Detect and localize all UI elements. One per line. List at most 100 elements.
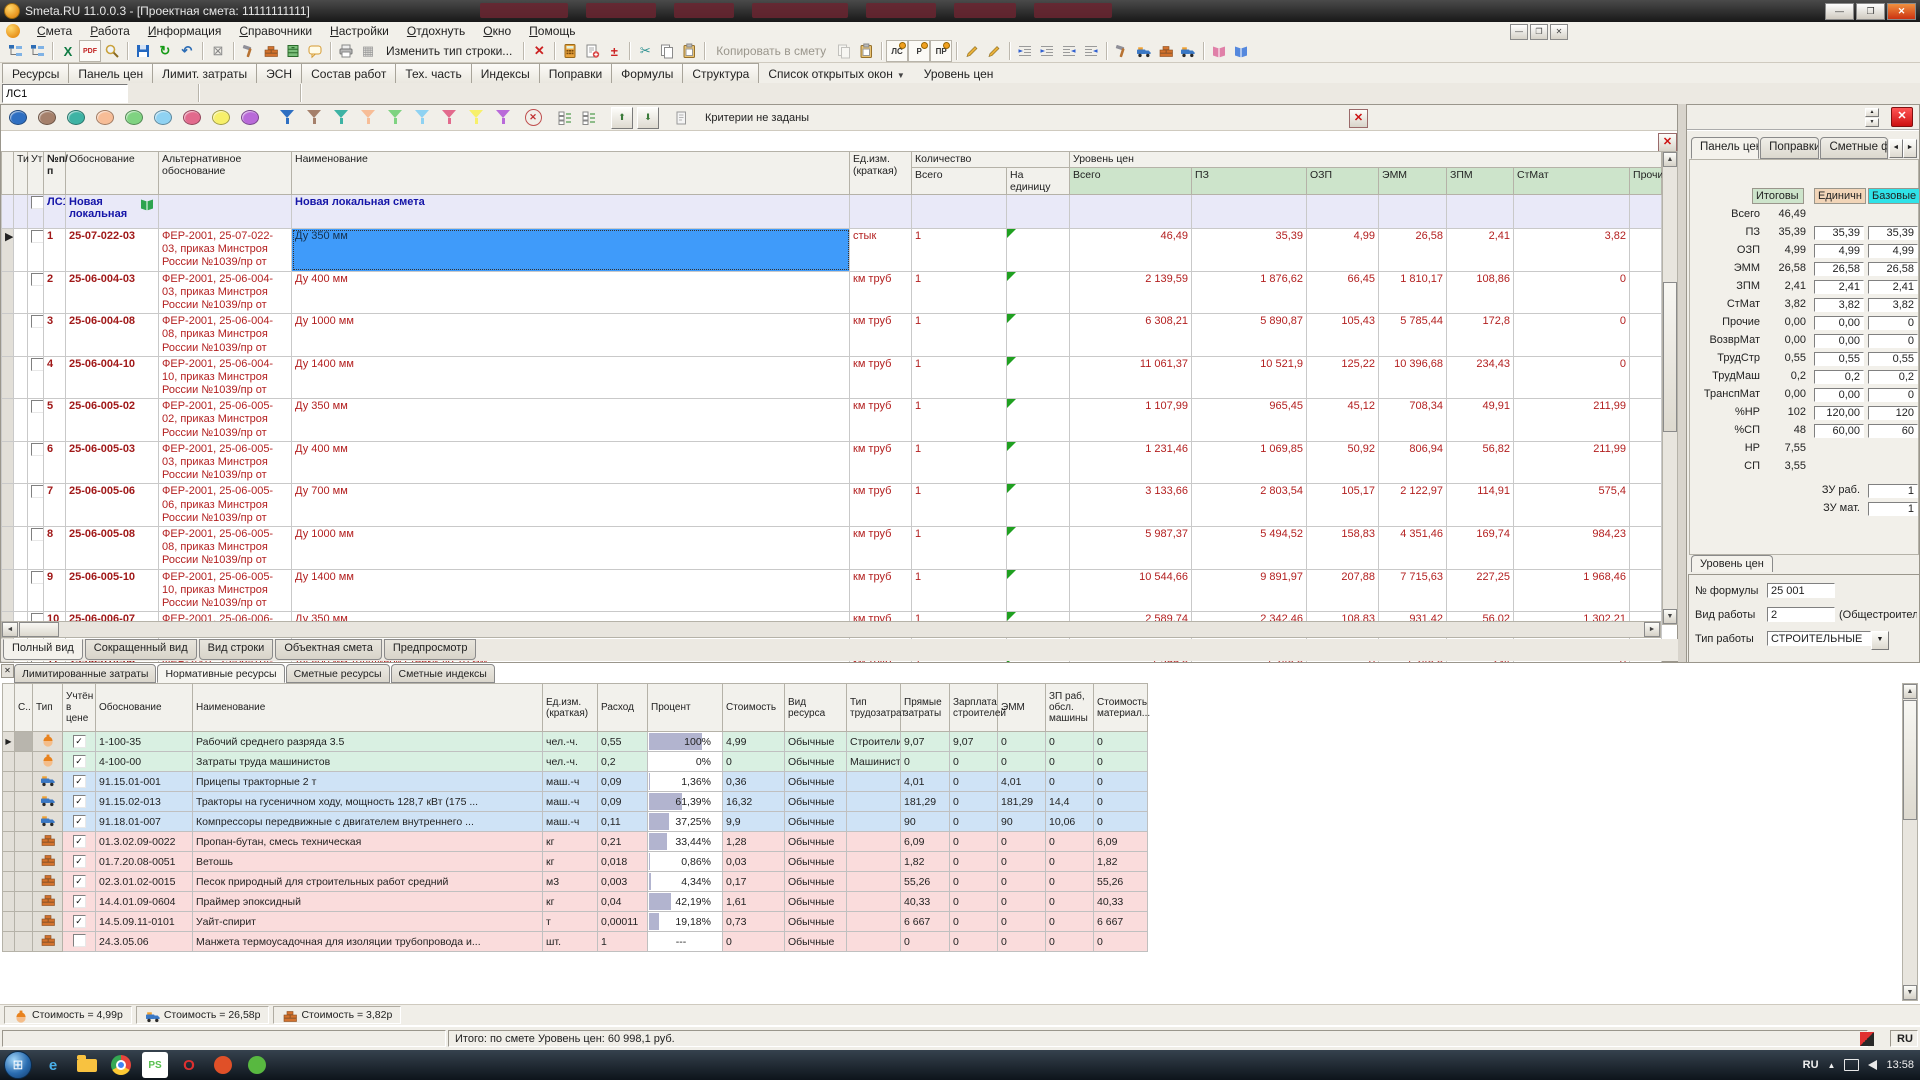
cell-wage[interactable]: 0	[950, 792, 998, 812]
cell-mat-cost[interactable]: 6,09	[1094, 832, 1148, 852]
cell-price[interactable]: 66,45	[1307, 271, 1379, 314]
base-value[interactable]: 3,82	[1868, 298, 1918, 312]
cell-price[interactable]: 11 061,37	[1070, 356, 1192, 399]
estimate-row[interactable]: 925-06-005-10ФЕР-2001, 25-06-005-10, при…	[2, 569, 1662, 612]
cell-price[interactable]: 26,58	[1379, 229, 1447, 272]
cell-price[interactable]: 2 122,97	[1379, 484, 1447, 527]
cell-alt-basis[interactable]: ФЕР-2001, 25-06-005-08, приказ Минстроя …	[159, 526, 292, 569]
cell-qty[interactable]: 0,09	[598, 792, 648, 812]
extra-value[interactable]: 1	[1868, 502, 1918, 516]
cell-mat-cost[interactable]: 1,82	[1094, 852, 1148, 872]
cell-wage[interactable]: 0	[950, 832, 998, 852]
cell-row-num[interactable]: 9	[44, 569, 66, 612]
filter-circle-icon[interactable]	[96, 110, 114, 125]
truck-crane-icon[interactable]	[1177, 40, 1199, 62]
approve-checkbox[interactable]	[31, 315, 44, 328]
menu-item[interactable]: Работа	[81, 22, 139, 40]
extra-value[interactable]: 1	[1868, 484, 1918, 498]
cell-unit[interactable]: кг	[543, 832, 598, 852]
cell-resource-kind[interactable]: Обычные	[785, 872, 847, 892]
cell-emm[interactable]: 0	[998, 852, 1046, 872]
cell-qty-per-unit[interactable]	[1007, 314, 1070, 357]
cell-qty[interactable]: 0,09	[598, 772, 648, 792]
cell-price[interactable]: 5 987,37	[1070, 526, 1192, 569]
filter-funnel-icon[interactable]	[334, 110, 348, 125]
cell-labor-type[interactable]	[847, 892, 901, 912]
cell-price[interactable]: 5 785,44	[1379, 314, 1447, 357]
cell-unit[interactable]: км труб	[850, 314, 912, 357]
price-col-header[interactable]: Итоговы	[1752, 188, 1804, 204]
cell-cost[interactable]: 1,28	[723, 832, 785, 852]
cell-basis[interactable]: 25-06-005-08	[66, 526, 159, 569]
unit-value[interactable]: 4,99	[1814, 244, 1864, 258]
comment-icon[interactable]	[304, 40, 326, 62]
cell-wage[interactable]: 0	[950, 772, 998, 792]
approve-checkbox[interactable]	[31, 230, 44, 243]
cell-name[interactable]: Компрессоры передвижные с двигателем вну…	[193, 812, 543, 832]
cell-name[interactable]: Ду 1400 мм	[292, 569, 850, 612]
cell-basis[interactable]: 25-06-005-06	[66, 484, 159, 527]
cell-price[interactable]: 207,88	[1307, 569, 1379, 612]
cell-price[interactable]: 0	[1514, 314, 1630, 357]
cell-price[interactable]: 211,99	[1514, 441, 1630, 484]
panel-splitter[interactable]	[1678, 104, 1686, 662]
cell-direct[interactable]: 6,09	[901, 832, 950, 852]
cell-row-num[interactable]: 2	[44, 271, 66, 314]
cell-price[interactable]: 984,23	[1514, 526, 1630, 569]
base-value[interactable]: 4,99	[1868, 244, 1918, 258]
cell-name[interactable]: Ду 400 мм	[292, 271, 850, 314]
cell-unit[interactable]: т	[543, 912, 598, 932]
price-col-header[interactable]: Единичн	[1814, 188, 1866, 204]
resources-tab[interactable]: Сметные ресурсы	[286, 664, 390, 683]
minimize-button[interactable]: —	[1825, 3, 1854, 20]
estimate-row[interactable]: 325-06-004-08ФЕР-2001, 25-06-004-08, при…	[2, 314, 1662, 357]
cell-price[interactable]: 10 521,9	[1192, 356, 1307, 399]
cell-unit[interactable]: маш.-ч	[543, 772, 598, 792]
edit-row-icon[interactable]	[961, 40, 983, 62]
cell-labor-type[interactable]: Машинисты	[847, 752, 901, 772]
base-value[interactable]: 0	[1868, 388, 1918, 402]
menu-item[interactable]: Отдохнуть	[398, 22, 474, 40]
cell-price[interactable]: 2 803,54	[1192, 484, 1307, 527]
resource-row[interactable]: ▶✓1-100-35Рабочий среднего разряда 3.5че…	[3, 732, 1148, 752]
copy-to-estimate-button[interactable]: Копировать в смету	[709, 41, 833, 61]
cell-price[interactable]: 1 107,99	[1070, 399, 1192, 442]
mdi-close-button[interactable]: ✕	[1550, 24, 1568, 40]
cell-name[interactable]: Ду 1400 мм	[292, 356, 850, 399]
pr-button[interactable]: ПР	[930, 40, 952, 62]
cell-resource-kind[interactable]: Обычные	[785, 852, 847, 872]
close-button[interactable]: ✕	[1887, 3, 1916, 20]
cell-price[interactable]: 965,45	[1192, 399, 1307, 442]
cell-labor-type[interactable]	[847, 812, 901, 832]
estimate-row[interactable]: 625-06-005-03ФЕР-2001, 25-06-005-03, при…	[2, 441, 1662, 484]
cell-resource-kind[interactable]: Обычные	[785, 752, 847, 772]
tray-show-hidden-icon[interactable]: ▲	[1828, 1061, 1836, 1070]
menu-item[interactable]: Справочники	[230, 22, 321, 40]
base-value[interactable]: 35,39	[1868, 226, 1918, 240]
cell-percent[interactable]: 61,39%	[648, 792, 723, 812]
cell-percent[interactable]: ---	[648, 932, 723, 952]
indent-left2-icon[interactable]	[1036, 40, 1058, 62]
cell-code[interactable]: 14.4.01.09-0604	[96, 892, 193, 912]
cell-price[interactable]: 6 308,21	[1070, 314, 1192, 357]
change-row-type-button[interactable]: Изменить тип строки...	[379, 41, 519, 61]
cell-basis[interactable]: 25-06-004-10	[66, 356, 159, 399]
price-col-header[interactable]: Базовые	[1868, 188, 1920, 204]
mdi-restore-button[interactable]: ❐	[1530, 24, 1548, 40]
cell-cost[interactable]: 1,61	[723, 892, 785, 912]
cell-price[interactable]: 211,99	[1514, 399, 1630, 442]
print-icon[interactable]	[335, 40, 357, 62]
cell-price[interactable]: 3,82	[1514, 229, 1630, 272]
cell-price[interactable]: 2,41	[1447, 229, 1514, 272]
estimate-row[interactable]: ▶125-07-022-03ФЕР-2001, 25-07-022-03, пр…	[2, 229, 1662, 272]
base-value[interactable]: 120	[1868, 406, 1918, 420]
cell-labor-type[interactable]	[847, 772, 901, 792]
estimate-row[interactable]: 425-06-004-10ФЕР-2001, 25-06-004-10, при…	[2, 356, 1662, 399]
cell-price[interactable]: 234,43	[1447, 356, 1514, 399]
unit-value[interactable]: 120,00	[1814, 406, 1864, 420]
cell-wage[interactable]: 0	[950, 892, 998, 912]
edit-row-delete-icon[interactable]	[983, 40, 1005, 62]
work-type-dropdown-icon[interactable]: ▼	[1871, 631, 1889, 650]
cell-qty-per-unit[interactable]	[1007, 399, 1070, 442]
pdf-export-icon[interactable]: PDF	[79, 40, 101, 62]
